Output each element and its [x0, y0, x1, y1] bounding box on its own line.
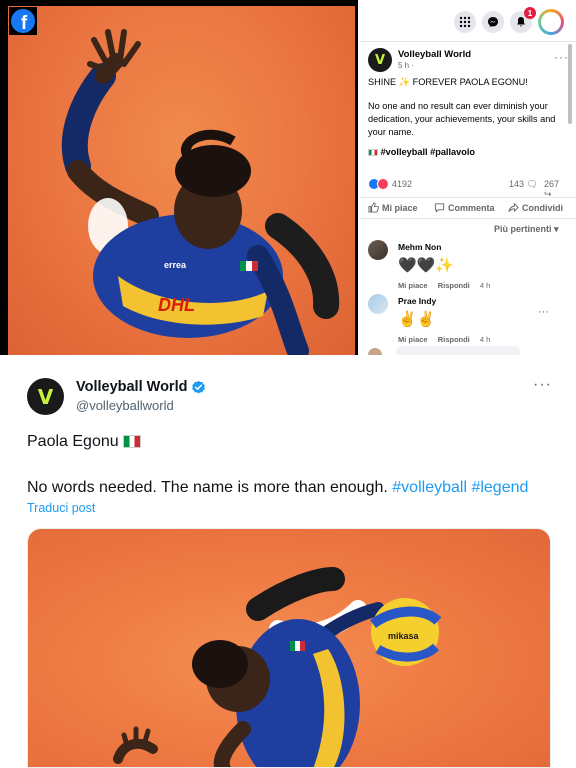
facebook-logo-icon[interactable]: f — [9, 7, 37, 35]
facebook-post-photo[interactable]: DHL errea f — [0, 0, 358, 355]
post-hashtags: #volleyball #pallavolo — [368, 146, 568, 159]
love-reaction-icon — [377, 178, 389, 190]
comment-options-icon[interactable]: ··· — [538, 306, 549, 318]
italy-flag-icon — [368, 149, 378, 156]
comment-bubble-peek — [396, 346, 520, 355]
comment-reply-link[interactable]: Rispondi — [438, 335, 470, 344]
comments-sort-dropdown[interactable]: Più pertinenti ▾ — [494, 224, 559, 235]
svg-text:DHL: DHL — [158, 295, 195, 315]
share-icon — [508, 202, 519, 213]
facebook-topbar: 1 — [360, 0, 576, 42]
tweet-line-1: Paola Egonu — [27, 433, 142, 451]
comments-count[interactable]: 143 🗨 — [509, 179, 538, 190]
reactions-count[interactable]: 4192 — [392, 179, 412, 189]
commenter-avatar[interactable] — [368, 348, 382, 355]
bell-icon[interactable]: 1 — [510, 7, 536, 33]
commenter-name[interactable]: Mehm Non — [398, 242, 441, 252]
hashtag-link[interactable]: #legend — [471, 479, 528, 496]
profile-avatar[interactable] — [538, 9, 564, 35]
volleyball-world-avatar[interactable]: V — [27, 378, 64, 415]
facebook-post-screenshot: DHL errea f 1 V Volleyball World 5 h · ·… — [0, 0, 576, 355]
comment-text: 🖤🖤✨ — [398, 256, 455, 274]
comment-like-link[interactable]: Mi piace — [398, 281, 428, 290]
x-post-screenshot: V Volleyball World @volleyballworld ··· … — [0, 360, 576, 768]
tweet-line-2: No words needed. The name is more than e… — [27, 479, 529, 496]
post-headline: SHINE ✨ FOREVER PAOLA EGONU! — [368, 77, 528, 87]
thumbs-up-icon — [368, 202, 379, 213]
commenter-avatar[interactable] — [368, 294, 388, 314]
commenter-name[interactable]: Prae Indy — [398, 296, 436, 306]
tweet-handle[interactable]: @volleyballworld — [76, 398, 174, 413]
svg-text:errea: errea — [164, 260, 187, 270]
comment-actions: Mi piace Rispondi 4 h — [398, 281, 498, 290]
reactions-bar: 4192 143 🗨 267 ↪ — [368, 178, 568, 199]
tweet-author[interactable]: Volleyball World — [76, 379, 206, 395]
apps-grid-icon[interactable] — [454, 11, 476, 33]
hashtag-link[interactable]: #volleyball — [392, 479, 467, 496]
hashtag-links[interactable]: #volleyball #pallavolo — [381, 147, 475, 157]
comment-icon — [434, 203, 445, 213]
comment-text: ✌️✌️ — [398, 310, 436, 328]
comment-time[interactable]: 4 h — [480, 335, 490, 344]
share-button[interactable]: Condividi — [508, 202, 563, 213]
facebook-post-sidebar: 1 V Volleyball World 5 h · ··· SHINE ✨ F… — [360, 0, 576, 355]
comment-like-link[interactable]: Mi piace — [398, 335, 428, 344]
comment-reply-link[interactable]: Rispondi — [438, 281, 470, 290]
post-actions: Mi piace Commenta Condividi — [360, 197, 576, 219]
notification-badge: 1 — [524, 7, 536, 19]
commenter-avatar[interactable] — [368, 240, 388, 260]
more-options-icon[interactable]: ··· — [554, 50, 569, 64]
comment-bubble-icon: 🗨 — [526, 179, 538, 189]
comment-actions: Mi piace Rispondi 4 h — [398, 335, 498, 344]
more-options-icon[interactable]: ··· — [533, 376, 552, 394]
translate-post-link[interactable]: Traduci post — [27, 501, 95, 515]
player-illustration: DHL errea — [61, 29, 340, 355]
post-body: No one and no result can ever diminish y… — [368, 101, 556, 137]
post-header: V Volleyball World 5 h · ··· — [368, 48, 568, 74]
photo-orange-background: DHL errea — [8, 6, 355, 355]
svg-text:mikasa: mikasa — [388, 631, 420, 641]
player-with-ball-illustration: mikasa — [113, 567, 442, 767]
tweet-media-image[interactable]: mikasa — [27, 528, 551, 768]
messenger-icon[interactable] — [482, 11, 504, 33]
comment-button[interactable]: Commenta — [434, 202, 495, 213]
verified-badge-icon — [192, 380, 206, 393]
volleyball-world-avatar[interactable]: V — [368, 48, 392, 72]
italy-flag-icon — [123, 435, 142, 448]
post-time[interactable]: 5 h · — [398, 61, 414, 70]
comment-time[interactable]: 4 h — [480, 281, 490, 290]
post-author[interactable]: Volleyball World — [398, 49, 471, 60]
like-button[interactable]: Mi piace — [368, 202, 418, 213]
